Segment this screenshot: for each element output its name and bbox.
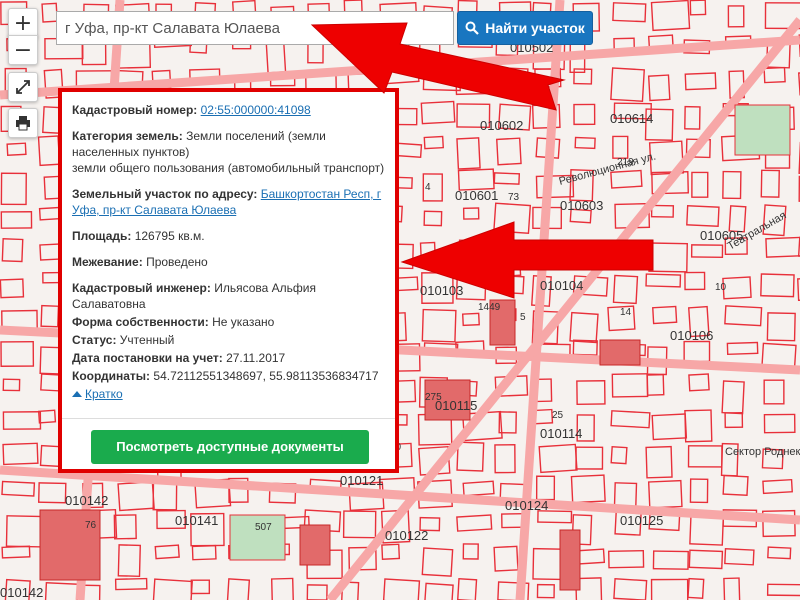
survey-value: Проведено [146,255,208,269]
find-parcel-button[interactable]: Найти участок [457,11,593,45]
category-row: Категория земель: Земли поселений (земли… [72,128,385,176]
building-number: 1449 [478,302,501,313]
building-number: 76 [85,520,97,531]
building-number: 14 [620,307,632,318]
caret-up-icon [72,391,82,397]
collapse-label: Кратко [85,387,123,401]
status-value: Учтенный [119,333,175,347]
building-number: 4 [425,182,431,193]
area-row: Площадь: 126795 кв.м. [72,228,385,244]
block-label: 010114 [540,426,582,441]
coords-value: 54.72112551348697, 55.98113536834717 [153,369,379,383]
panel-divider [62,418,395,419]
block-label: 010142 [0,585,43,600]
block-label: 010122 [385,528,428,543]
zoom-out-label: − [13,37,33,63]
cadastral-number-row: Кадастровый номер: 02:55:000000:41098 [72,102,385,118]
date-label: Дата постановки на учет: [72,351,223,365]
block-label: 010104 [540,278,583,293]
address-link-1[interactable]: Башкортостан Респ, г [261,187,381,201]
coords-row: Координаты: 54.72112551348697, 55.981135… [72,368,385,384]
category-value-1: Земли поселений (земли [186,129,326,143]
zoom-out-button[interactable]: − [8,35,38,65]
block-label: 010602 [480,118,523,133]
engineer-row: Кадастровый инженер: Ильясова Альфия Сал… [72,280,385,312]
collapse-link[interactable]: Кратко [72,386,123,402]
building-number: 5 [520,312,526,323]
engineer-label: Кадастровый инженер: [72,281,211,295]
coords-label: Координаты: [72,369,151,383]
street-label: Сектор Роднек [725,446,800,458]
block-label: 010601 [455,188,498,203]
status-label: Статус: [72,333,117,347]
zoom-in-button[interactable]: + [8,8,38,38]
block-label: 010603 [560,198,603,213]
parcel-info-panel: Кадастровый номер: 02:55:000000:41098 Ка… [58,88,399,473]
address-link-2[interactable]: Уфа, пр-кт Салавата Юлаева [72,203,236,217]
building-number: 275 [425,392,442,403]
block-label: 010106 [670,328,713,343]
survey-row: Межевание: Проведено [72,254,385,270]
ownership-row: Форма собственности: Не указано [72,314,385,330]
area-label: Площадь: [72,229,132,243]
print-button[interactable] [8,108,38,138]
expand-icon [16,80,30,94]
address-search-input[interactable] [56,11,454,45]
view-documents-label: Посмотреть доступные документы [116,439,344,454]
status-row: Статус: Учтенный [72,332,385,348]
block-label: 010142 [65,493,108,508]
ownership-label: Форма собственности: [72,315,209,329]
fullscreen-button[interactable] [8,72,38,102]
building-number: 507 [255,522,272,533]
block-label: 010125 [620,513,663,528]
ownership-value: Не указано [212,315,275,329]
block-label: 010141 [175,513,218,528]
block-label: 010103 [420,283,463,298]
address-row: Земельный участок по адресу: Башкортоста… [72,186,385,218]
address-label: Земельный участок по адресу: [72,187,258,201]
block-label: 010121 [340,473,383,488]
survey-label: Межевание: [72,255,143,269]
block-label: 010614 [610,111,653,126]
cadastral-number-link[interactable]: 02:55:000000:41098 [201,103,311,117]
find-parcel-label: Найти участок [485,20,585,36]
search-icon [465,21,479,35]
building-number: 25 [552,410,564,421]
cadastral-number-label: Кадастровый номер: [72,103,198,117]
category-value-3: земли общего пользования (автомобильный … [72,161,385,175]
building-number: 10 [715,282,727,293]
view-documents-button[interactable]: Посмотреть доступные документы [91,430,369,464]
category-value-2: населенных пунктов) [72,145,190,159]
block-label: 010124 [505,498,548,513]
date-value: 27.11.2017 [226,351,286,365]
print-icon [16,116,30,131]
date-row: Дата постановки на учет: 27.11.2017 [72,350,385,366]
area-value: 126795 кв.м. [134,229,205,243]
engineer-value-2: Салаватовна [72,297,146,311]
zoom-in-label: + [13,10,33,36]
category-label: Категория земель: [72,129,183,143]
building-number: 73 [508,192,520,203]
engineer-value-1: Ильясова Альфия [214,281,316,295]
